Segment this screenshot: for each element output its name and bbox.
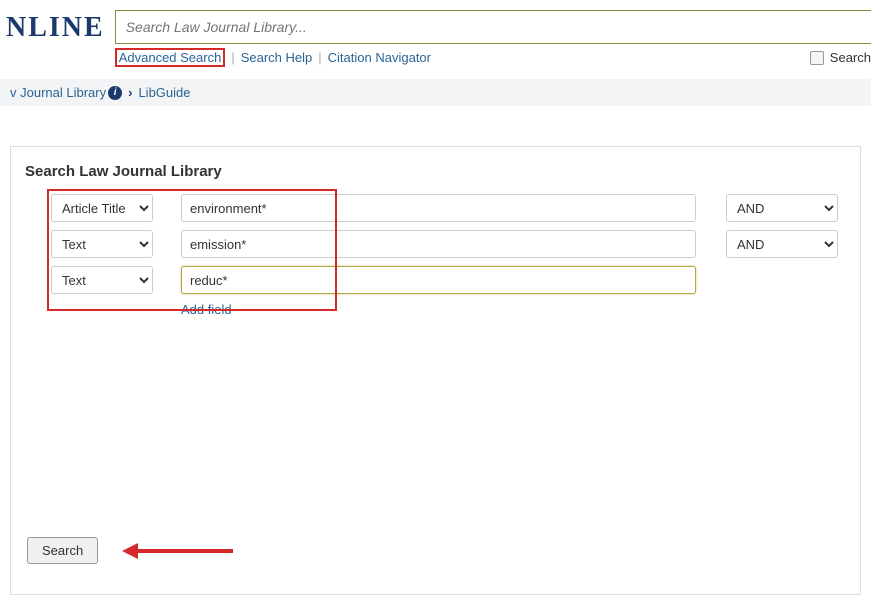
term-input-2[interactable] [181,266,696,294]
breadcrumb-item-journal-library[interactable]: v Journal Library [10,85,106,100]
citation-navigator-link[interactable]: Citation Navigator [328,50,431,65]
info-icon[interactable]: i [108,86,122,100]
arrow-line [138,549,233,553]
field-select-0[interactable]: Article Title [51,194,153,222]
add-field-link[interactable]: Add field [181,302,850,317]
search-checkbox-area: Search [810,50,871,65]
main-search-input[interactable] [115,10,871,44]
panel-title: Search Law Journal Library [25,163,850,180]
advanced-search-link[interactable]: Advanced Search [119,50,222,65]
logo-text: NLINE [0,10,115,44]
field-select-2[interactable]: Text [51,266,153,294]
separator: | [318,50,321,65]
chevron-right-icon: › [128,85,132,100]
breadcrumb: v Journal Library i › LibGuide [0,79,871,106]
search-help-link[interactable]: Search Help [241,50,313,65]
operator-select-1[interactable]: AND [726,230,838,258]
sub-links-row: Advanced Search | Search Help | Citation… [115,48,871,67]
search-checkbox[interactable] [810,51,824,65]
search-button[interactable]: Search [27,537,98,564]
term-input-1[interactable] [181,230,696,258]
search-row: Article Title AND [51,194,850,222]
arrow-head-icon [122,543,138,559]
field-select-1[interactable]: Text [51,230,153,258]
operator-select-0[interactable]: AND [726,194,838,222]
search-row: Text AND [51,230,850,258]
search-checkbox-label: Search [830,50,871,65]
advanced-search-panel: Search Law Journal Library Article Title… [10,146,861,595]
advanced-search-highlight: Advanced Search [115,48,226,67]
separator: | [231,50,234,65]
search-row: Text [51,266,850,294]
breadcrumb-item-libguide[interactable]: LibGuide [138,85,190,100]
term-input-0[interactable] [181,194,696,222]
annotation-arrow [122,543,233,559]
